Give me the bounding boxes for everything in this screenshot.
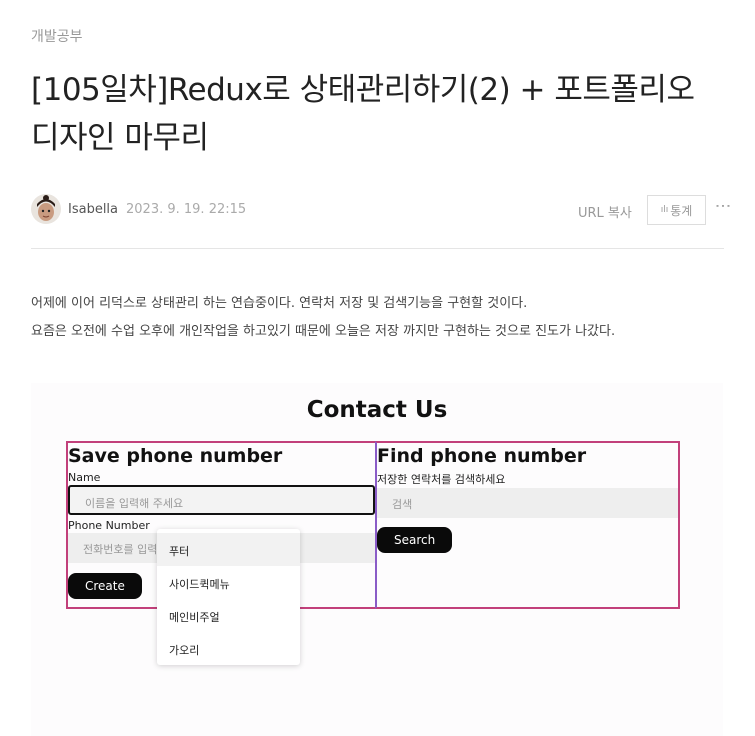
name-label: Name [68, 471, 101, 484]
meta-divider [31, 248, 724, 249]
paragraph-2: 요즘은 오전에 수업 오후에 개인작업을 하고있기 때문에 오늘은 저장 까지만… [31, 324, 616, 339]
post-meta: Isabella 2023. 9. 19. 22:15 URL 복사 ılı 통… [31, 194, 733, 226]
create-button[interactable]: Create [68, 573, 142, 599]
author-name[interactable]: Isabella [68, 202, 118, 217]
search-button[interactable]: Search [377, 527, 453, 553]
autocomplete-item[interactable]: 푸터 [157, 533, 300, 566]
autocomplete-item[interactable]: 가오리 [157, 632, 300, 665]
find-panel-title: Find phone number [377, 445, 587, 467]
contact-heading: Contact Us [306, 397, 448, 423]
avatar-icon [31, 194, 61, 224]
save-panel-title: Save phone number [68, 445, 283, 467]
name-input[interactable]: 이름을 입력해 주세요 [68, 485, 375, 515]
post-category[interactable]: 개발공부 [31, 26, 83, 46]
post-title: [105일차]Redux로 상태관리하기(2) + 포트폴리오 디자인 마무리 [31, 72, 695, 156]
autocomplete-dropdown: 푸터 사이드퀵메뉴 메인비주얼 가오리 [157, 529, 300, 665]
bar-chart-icon: ılı [660, 205, 669, 215]
post-date: 2023. 9. 19. 22:15 [126, 202, 247, 217]
embedded-screenshot: Contact Us Save phone number Name 이름을 입력… [31, 383, 723, 736]
autocomplete-item[interactable]: 메인비주얼 [157, 599, 300, 632]
more-options-icon[interactable]: ⋮ [714, 198, 733, 214]
avatar[interactable] [31, 194, 61, 224]
find-phone-panel: Find phone number 저장한 연락처를 검색하세요 검색 Sear… [375, 441, 680, 609]
stats-label: 통계 [670, 203, 693, 218]
search-input[interactable]: 검색 [377, 488, 678, 518]
autocomplete-item[interactable]: 사이드퀵메뉴 [157, 566, 300, 599]
url-copy-button[interactable]: URL 복사 [578, 202, 632, 221]
search-hint: 저장한 연락처를 검색하세요 [377, 473, 506, 486]
paragraph-1: 어제에 이어 리덕스로 상태관리 하는 연습중이다. 연락처 저장 및 검색기능… [31, 296, 528, 311]
stats-button[interactable]: ılı 통계 [647, 195, 706, 225]
